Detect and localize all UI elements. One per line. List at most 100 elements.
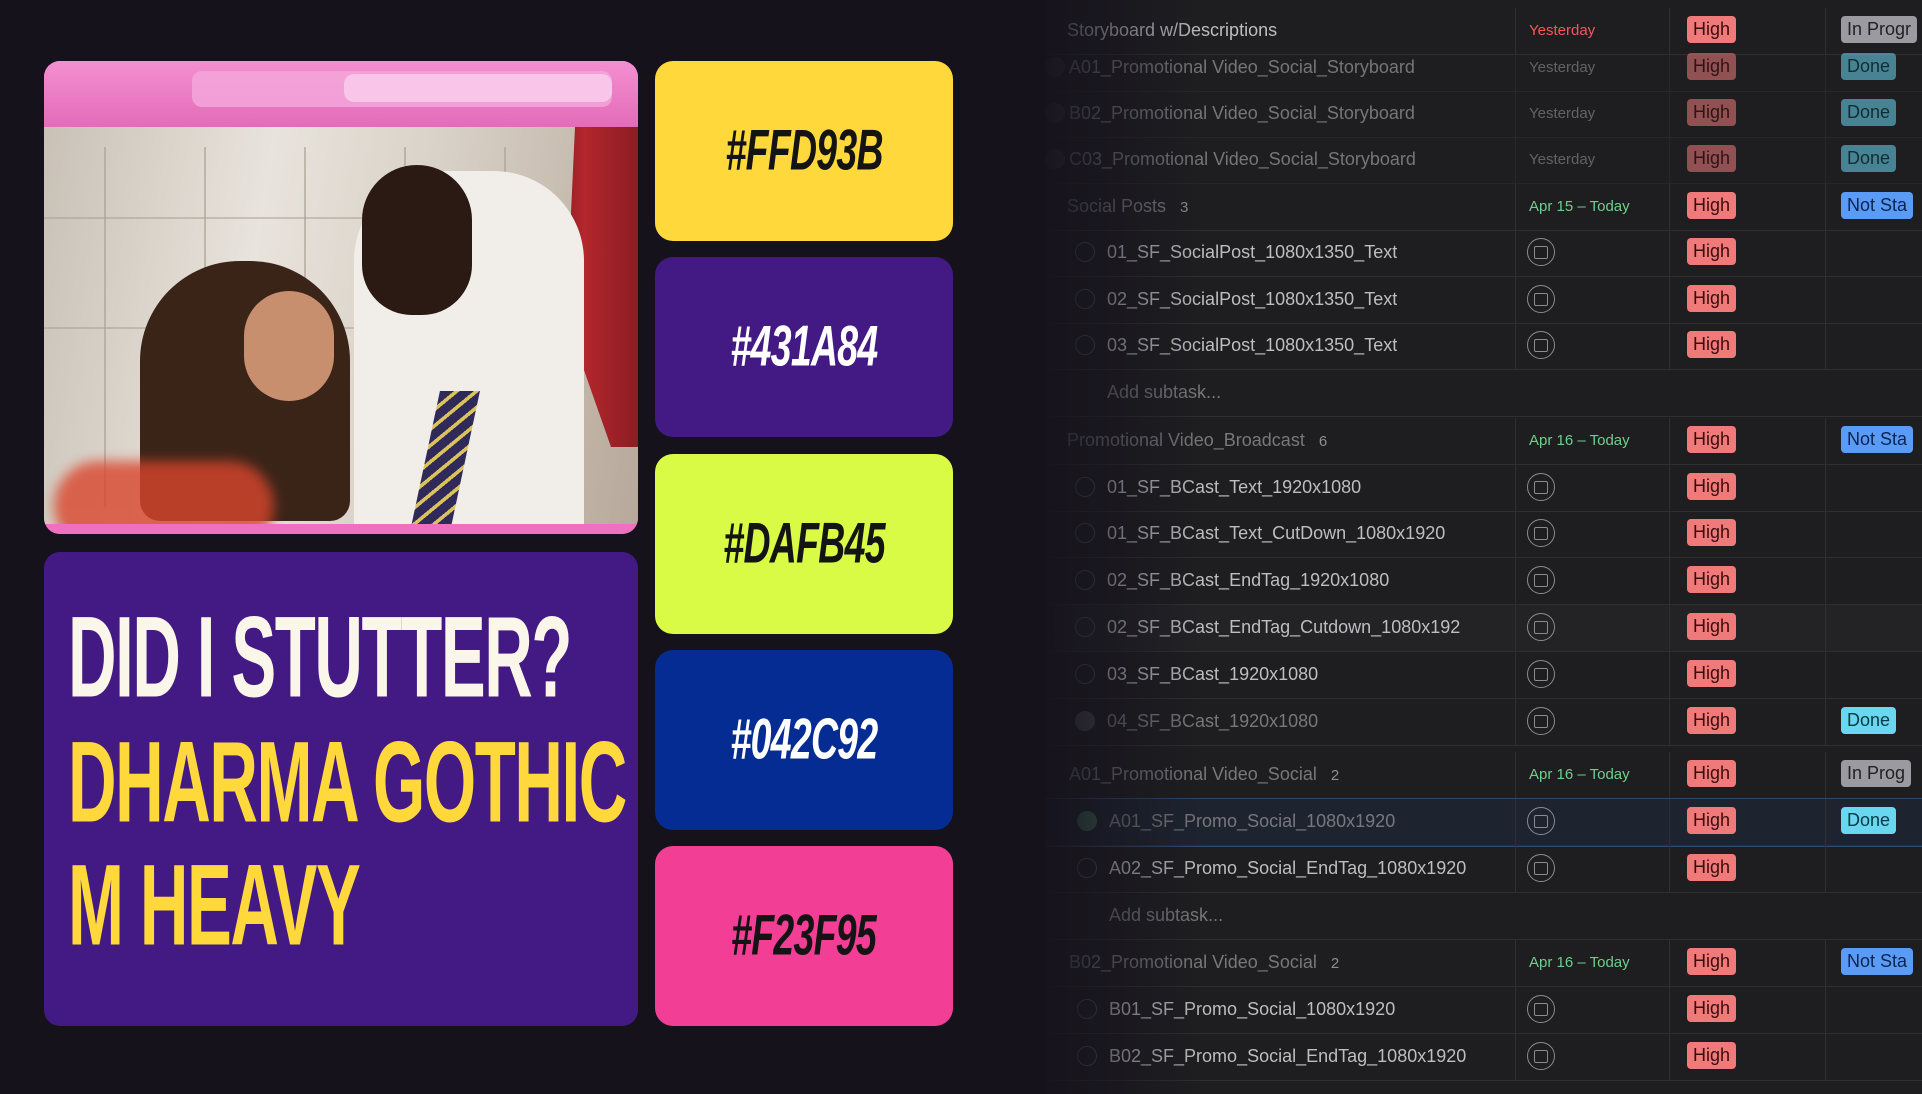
task-row[interactable]: 02_SF_BCast_EndTag_Cutdown_1080x192 High [1045,605,1922,652]
task-row[interactable]: B02_Promotional Video_Social_Storyboard … [1045,91,1922,138]
calendar-icon[interactable] [1527,519,1555,547]
calendar-icon[interactable] [1527,566,1555,594]
calendar-icon[interactable] [1527,1042,1555,1070]
color-swatch: #DAFB45 [655,454,953,634]
complete-check-icon[interactable] [1075,289,1095,309]
task-row[interactable]: B02_SF_Promo_Social_EndTag_1080x1920 Hig… [1045,1034,1922,1081]
priority-badge[interactable]: High [1687,473,1737,500]
complete-check-icon[interactable] [1077,999,1097,1019]
task-row[interactable]: B02_Promotional Video_Social 2 Apr 16 – T… [1045,940,1922,987]
specimen-headline: DID I STUTTER? [68,593,572,722]
color-swatch: #FFD93B [655,61,953,241]
add-subtask-row[interactable]: Add subtask... [1045,370,1922,417]
priority-badge[interactable]: High [1687,99,1737,126]
complete-check-icon[interactable] [1075,664,1095,684]
calendar-icon[interactable] [1527,613,1555,641]
priority-badge[interactable]: High [1687,519,1737,546]
due-date[interactable]: Apr 16 – Today [1529,766,1630,783]
priority-badge[interactable]: High [1687,285,1737,312]
priority-badge[interactable]: High [1687,995,1737,1022]
complete-check-icon[interactable] [1075,335,1095,355]
task-row[interactable]: 01_SF_SocialPost_1080x1350_Text High [1045,230,1922,277]
task-row[interactable]: 02_SF_SocialPost_1080x1350_Text High [1045,277,1922,324]
priority-badge[interactable]: High [1687,707,1737,734]
priority-badge[interactable]: High [1687,760,1737,787]
task-row[interactable]: 02_SF_BCast_EndTag_1920x1080 High [1045,558,1922,605]
task-row[interactable]: Promotional Video_Broadcast 6 Apr 16 – To… [1045,418,1922,465]
task-row[interactable]: C03_Promotional Video_Social_Storyboard … [1045,137,1922,184]
calendar-icon[interactable] [1527,854,1555,882]
calendar-icon[interactable] [1527,995,1555,1023]
priority-badge[interactable]: High [1687,145,1737,172]
calendar-icon[interactable] [1527,238,1555,266]
complete-check-icon[interactable] [1075,617,1095,637]
complete-check-icon[interactable] [1075,711,1095,731]
task-row[interactable]: 03_SF_BCast_1920x1080 High [1045,652,1922,699]
calendar-icon[interactable] [1527,807,1555,835]
priority-badge[interactable]: High [1687,854,1737,881]
priority-badge[interactable]: High [1687,331,1737,358]
complete-check-icon[interactable] [1077,811,1097,831]
priority-badge[interactable]: High [1687,613,1737,640]
design-board: DID I STUTTER? DHARMA GOTHIC M HEAVY #FF… [0,0,1045,1094]
color-swatch: #F23F95 [655,846,953,1026]
priority-badge[interactable]: High [1687,948,1737,975]
calendar-icon[interactable] [1527,660,1555,688]
complete-check-icon[interactable] [1075,242,1095,262]
status-badge[interactable]: In Prog [1841,760,1912,787]
task-row[interactable]: A01_SF_Promo_Social_1080x1920 High Done [1045,798,1922,847]
status-badge[interactable]: Done [1841,707,1897,734]
status-badge[interactable]: Not Sta [1841,192,1914,219]
priority-badge[interactable]: High [1687,660,1737,687]
complete-check-icon[interactable] [1075,523,1095,543]
priority-badge[interactable]: High [1687,426,1737,453]
task-row[interactable]: 04_SF_BCast_1920x1080 High Done [1045,699,1922,746]
film-still-image [44,61,638,534]
due-date[interactable]: Apr 16 – Today [1529,954,1630,971]
priority-badge[interactable]: High [1687,192,1737,219]
complete-check-icon[interactable] [1045,103,1065,123]
task-list-panel: Storyboard w/Descriptions Yesterday High… [1045,0,1922,1094]
font-name-line2: M HEAVY [68,841,361,970]
calendar-icon[interactable] [1527,331,1555,359]
status-badge[interactable]: Not Sta [1841,948,1914,975]
calendar-icon[interactable] [1527,707,1555,735]
complete-check-icon[interactable] [1077,858,1097,878]
status-badge[interactable]: Not Sta [1841,426,1914,453]
priority-badge[interactable]: High [1687,238,1737,265]
complete-check-icon[interactable] [1075,477,1095,497]
complete-check-icon[interactable] [1045,149,1065,169]
task-row[interactable]: A01_Promotional Video_Social_Storyboard … [1045,45,1922,92]
due-date[interactable]: Yesterday [1529,59,1595,76]
task-row[interactable]: B01_SF_Promo_Social_1080x1920 High [1045,987,1922,1034]
color-swatch: #042C92 [655,650,953,830]
priority-badge[interactable]: High [1687,16,1737,43]
calendar-icon[interactable] [1527,473,1555,501]
task-row[interactable]: 03_SF_SocialPost_1080x1350_Text High [1045,323,1922,370]
due-date[interactable]: Yesterday [1529,151,1595,168]
task-row[interactable]: 01_SF_BCast_Text_1920x1080 High [1045,465,1922,512]
status-badge[interactable]: Done [1841,53,1897,80]
priority-badge[interactable]: High [1687,807,1737,834]
due-date[interactable]: Yesterday [1529,22,1595,39]
complete-check-icon[interactable] [1045,57,1065,77]
priority-badge[interactable]: High [1687,566,1737,593]
add-subtask-row[interactable]: Add subtask... [1045,893,1922,940]
task-row[interactable]: A02_SF_Promo_Social_EndTag_1080x1920 Hig… [1045,846,1922,893]
priority-badge[interactable]: High [1687,1042,1737,1069]
due-date[interactable]: Apr 15 – Today [1529,198,1630,215]
status-badge[interactable]: Done [1841,99,1897,126]
task-row[interactable]: 01_SF_BCast_Text_CutDown_1080x1920 High [1045,511,1922,558]
status-badge[interactable]: Done [1841,807,1897,834]
due-date[interactable]: Yesterday [1529,105,1595,122]
priority-badge[interactable]: High [1687,53,1737,80]
status-badge[interactable]: Done [1841,145,1897,172]
task-row[interactable]: Social Posts 3 Apr 15 – Today High Not St… [1045,184,1922,231]
complete-check-icon[interactable] [1075,570,1095,590]
task-row[interactable]: A01_Promotional Video_Social 2 Apr 16 – T… [1045,752,1922,799]
color-swatch: #431A84 [655,257,953,437]
calendar-icon[interactable] [1527,285,1555,313]
due-date[interactable]: Apr 16 – Today [1529,432,1630,449]
status-badge[interactable]: In Progr [1841,16,1918,43]
complete-check-icon[interactable] [1077,1046,1097,1066]
